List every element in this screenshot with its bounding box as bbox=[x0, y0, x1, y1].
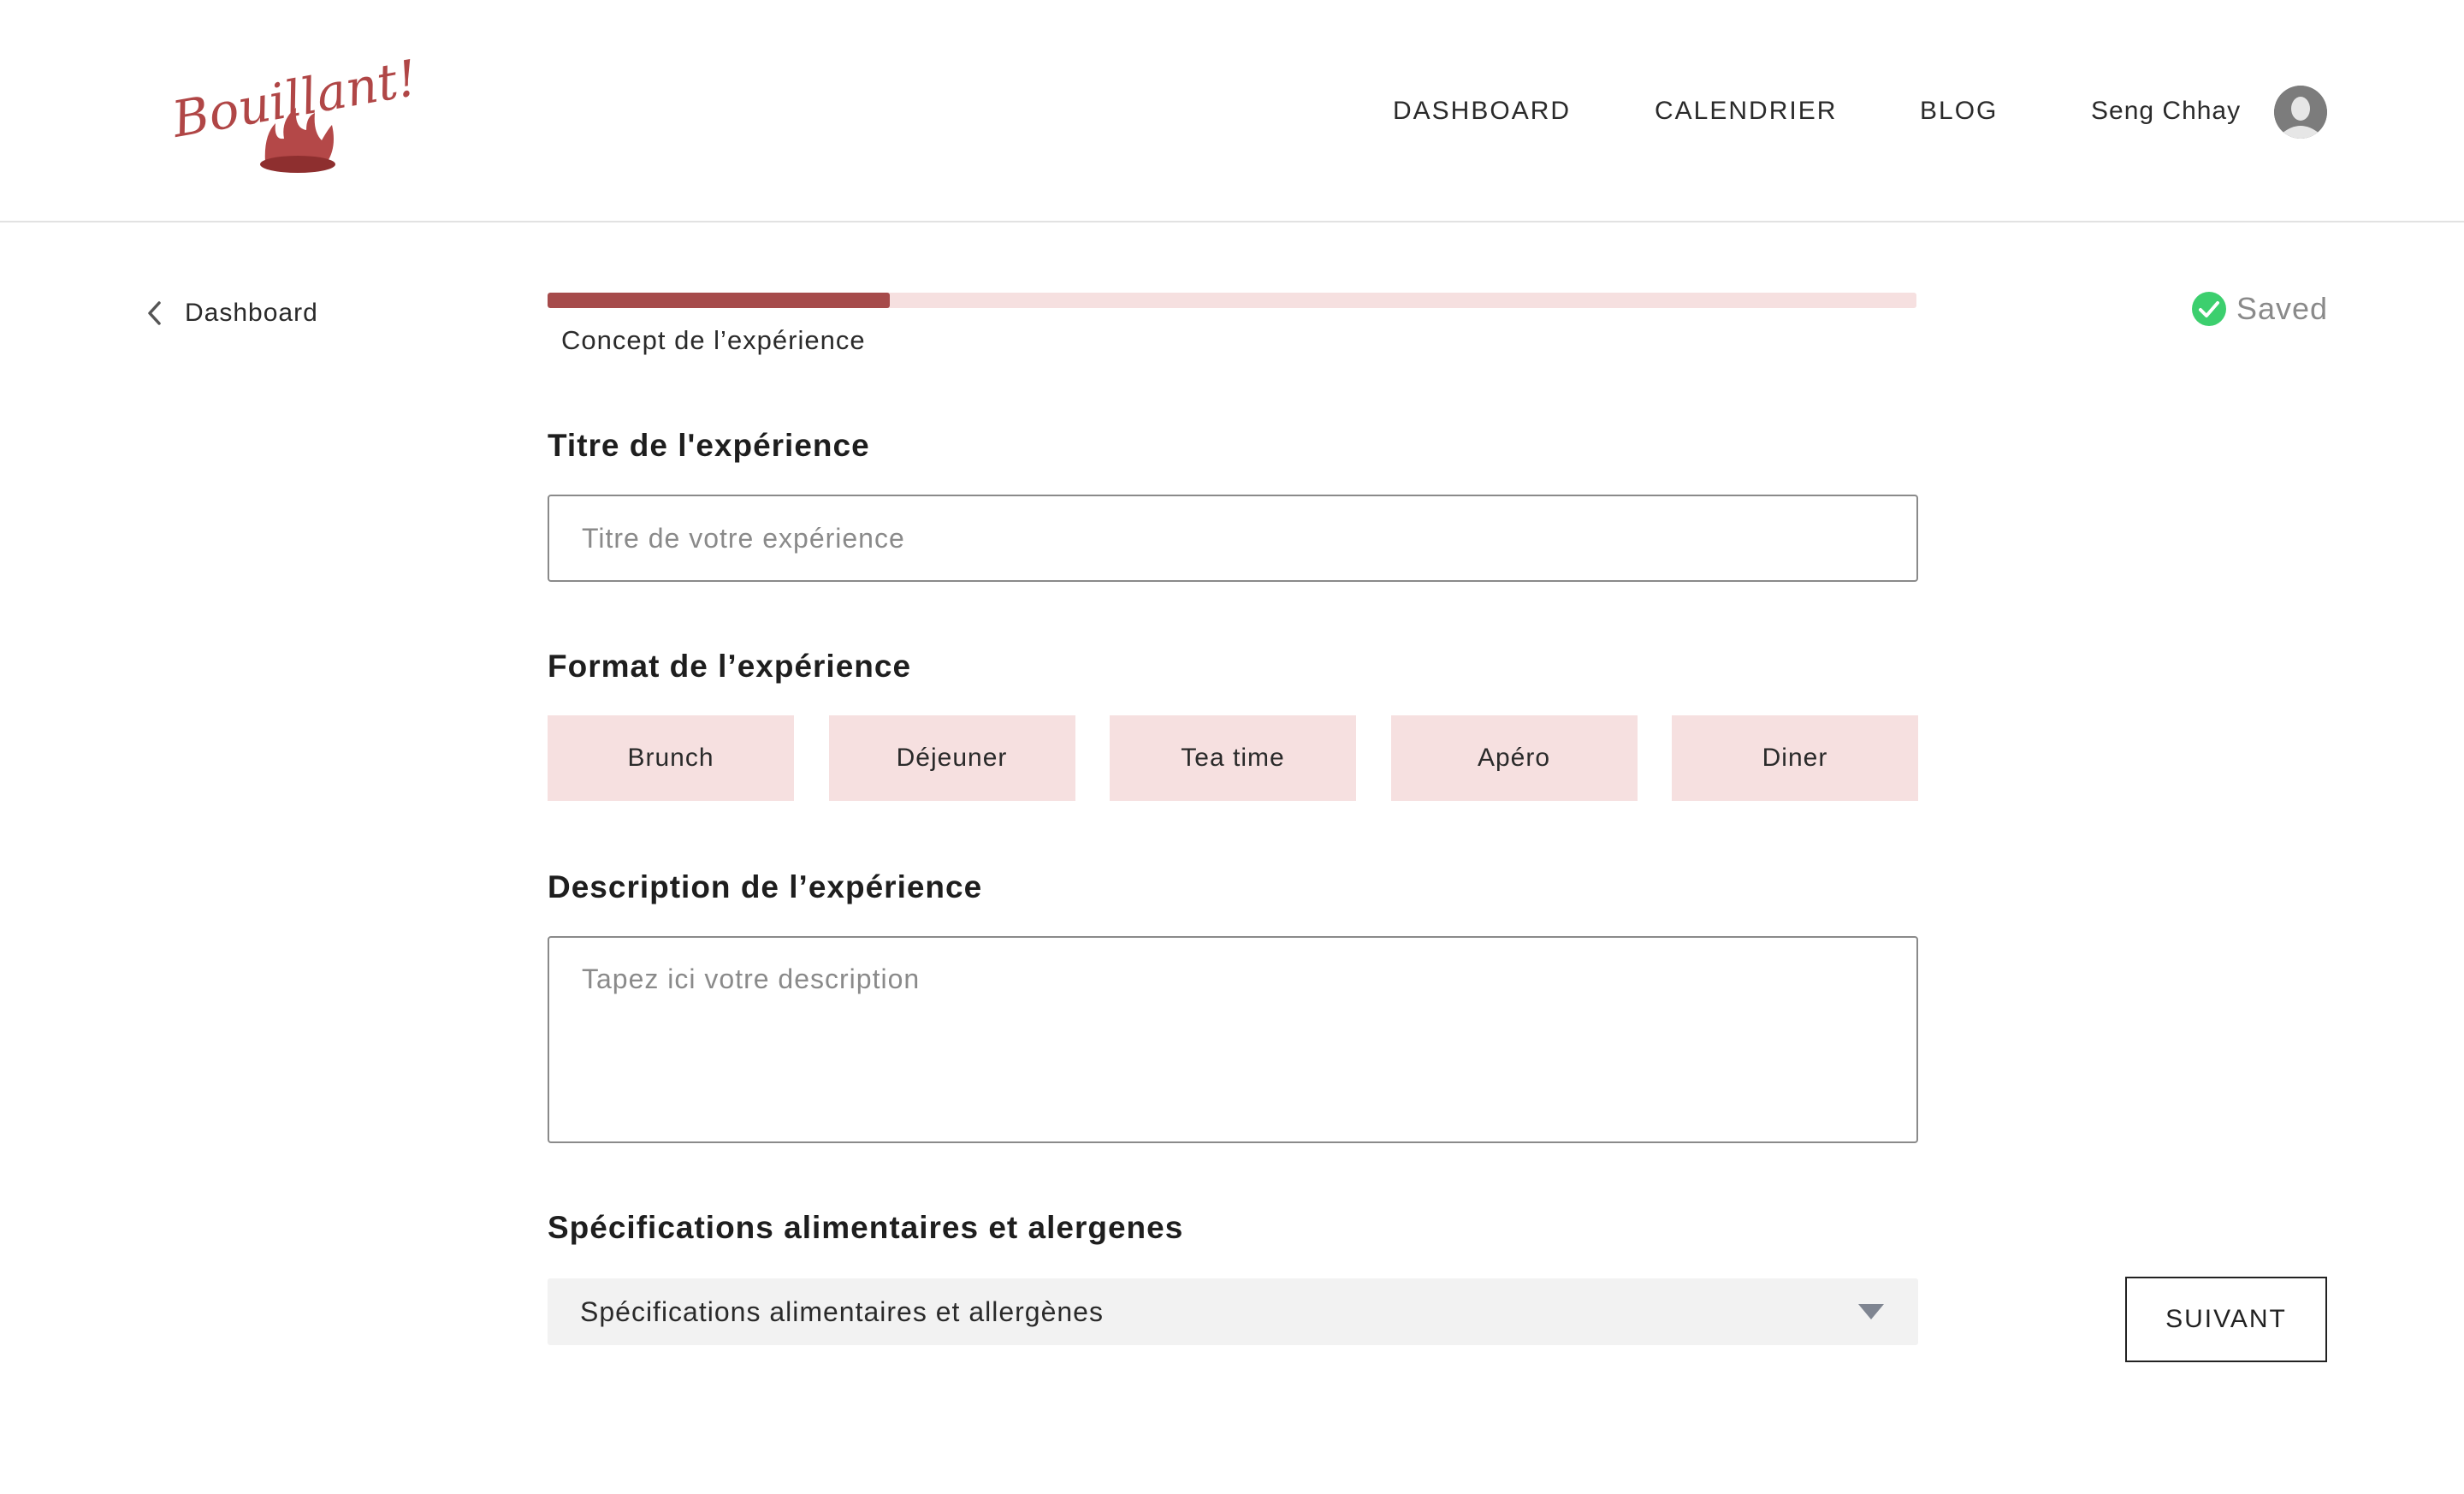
back-label: Dashboard bbox=[185, 299, 318, 327]
nav-dashboard[interactable]: DASHBOARD bbox=[1393, 91, 1571, 132]
saved-label: Saved bbox=[2236, 291, 2329, 326]
experience-description-textarea[interactable] bbox=[548, 936, 1918, 1143]
check-circle-icon bbox=[2192, 292, 2226, 326]
description-section-label: Description de l’expérience bbox=[548, 869, 983, 904]
format-diner-button[interactable]: Diner bbox=[1672, 715, 1918, 801]
format-section-label: Format de l’expérience bbox=[548, 649, 912, 684]
progress-fill bbox=[548, 293, 890, 308]
format-options: Brunch Déjeuner Tea time Apéro Diner bbox=[548, 715, 1918, 801]
experience-title-input[interactable] bbox=[548, 495, 1918, 582]
title-section-label: Titre de l'expérience bbox=[548, 428, 870, 463]
bouillant-logo[interactable]: Bouillant! bbox=[169, 34, 426, 188]
format-brunch-button[interactable]: Brunch bbox=[548, 715, 794, 801]
diet-section-label: Spécifications alimentaires et alergenes bbox=[548, 1210, 1184, 1245]
saved-status: Saved bbox=[2192, 291, 2328, 327]
progress-step-label: Concept de l’expérience bbox=[561, 325, 866, 355]
format-tea-time-button[interactable]: Tea time bbox=[1110, 715, 1356, 801]
user-avatar-icon[interactable] bbox=[2274, 86, 2327, 139]
next-button[interactable]: SUIVANT bbox=[2125, 1277, 2327, 1362]
select-value: Spécifications alimentaires et allergène… bbox=[580, 1295, 1104, 1327]
caret-down-icon bbox=[1858, 1304, 1884, 1319]
format-apero-button[interactable]: Apéro bbox=[1390, 715, 1638, 801]
nav-calendrier[interactable]: CALENDRIER bbox=[1655, 91, 1837, 132]
format-dejeuner-button[interactable]: Déjeuner bbox=[828, 715, 1075, 801]
chevron-left-icon bbox=[148, 301, 161, 325]
progress-bar bbox=[548, 293, 1916, 308]
diet-specifications-select[interactable]: Spécifications alimentaires et allergène… bbox=[548, 1278, 1918, 1345]
back-to-dashboard-link[interactable]: Dashboard bbox=[145, 296, 318, 330]
top-header: Bouillant! DASHBOARD CALENDRIER BLOG Sen… bbox=[0, 0, 2464, 222]
user-name[interactable]: Seng Chhay bbox=[2091, 91, 2241, 132]
nav-blog[interactable]: BLOG bbox=[1920, 91, 1998, 132]
